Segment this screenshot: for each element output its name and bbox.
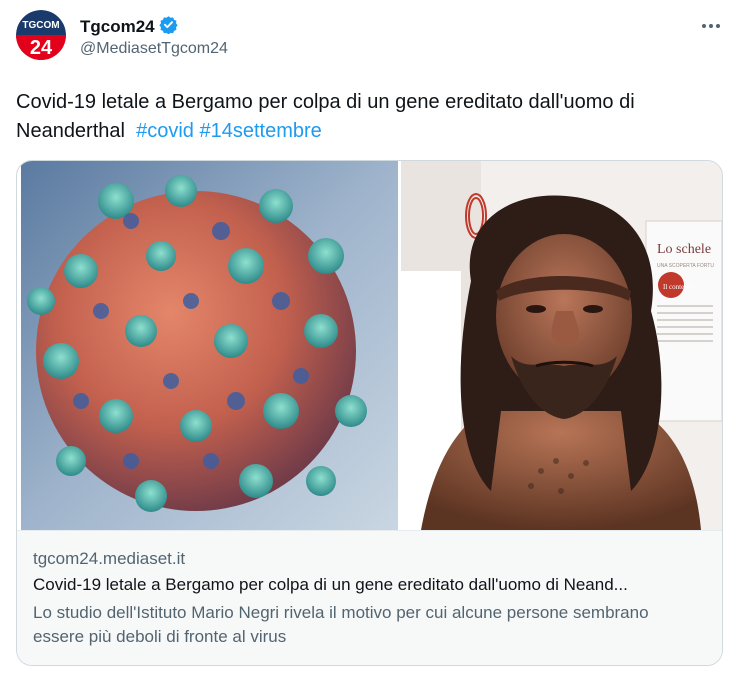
more-icon[interactable] — [694, 14, 728, 38]
author-name[interactable]: Tgcom24 — [80, 17, 155, 37]
museum-sign-subtitle: UNA SCOPERTA FORTU — [657, 263, 714, 269]
card-info[interactable]: tgcom24.mediaset.it Covid-19 letale a Be… — [17, 530, 722, 665]
virus-image — [21, 161, 398, 530]
avatar[interactable]: TGCOM 24 — [16, 10, 66, 60]
card-description[interactable]: Lo studio dell'Istituto Mario Negri rive… — [33, 601, 693, 649]
museum-sign-section: Il contesto — [663, 283, 693, 291]
avatar-logo-bottom: 24 — [30, 37, 53, 59]
hashtag-14settembre[interactable]: #14settembre — [199, 120, 321, 142]
card-domain[interactable]: tgcom24.mediaset.it — [33, 549, 185, 569]
card-title[interactable]: Covid-19 letale a Bergamo per colpa di u… — [33, 575, 713, 595]
tweet-body: Covid-19 letale a Bergamo per colpa di u… — [16, 91, 635, 142]
neanderthal-image: Lo schele UNA SCOPERTA FORTU Il contesto — [401, 161, 722, 530]
tweet-text: Covid-19 letale a Bergamo per colpa di u… — [16, 88, 716, 146]
museum-sign-title: Lo schele — [657, 242, 711, 257]
link-card[interactable]: Lo schele UNA SCOPERTA FORTU Il contesto — [16, 160, 723, 666]
author-name-row[interactable]: Tgcom24 — [80, 15, 178, 39]
verified-badge-icon — [159, 15, 178, 39]
avatar-logo-top: TGCOM — [22, 20, 59, 31]
author-handle[interactable]: @MediasetTgcom24 — [80, 40, 228, 58]
hashtag-covid[interactable]: #covid — [136, 120, 194, 142]
